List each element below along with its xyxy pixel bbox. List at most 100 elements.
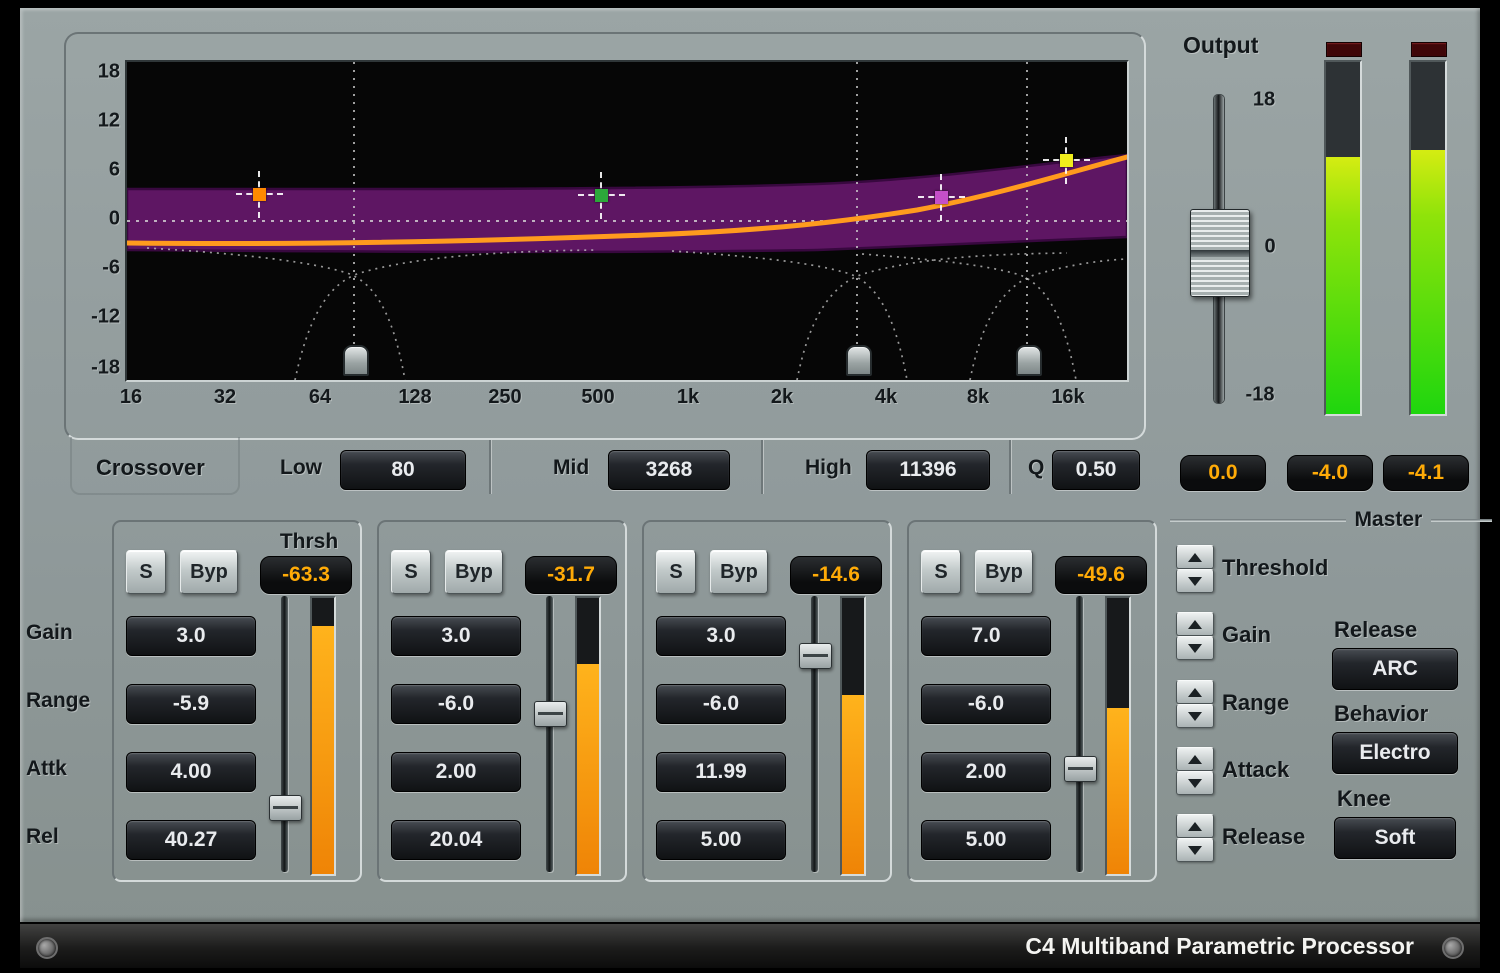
range-down-button[interactable] [1176, 704, 1214, 728]
band-4-control-point[interactable] [1060, 154, 1073, 167]
crossover-mid-value[interactable]: 3268 [608, 450, 730, 490]
threshold-down-button[interactable] [1176, 569, 1214, 593]
release-mode-button[interactable]: ARC [1332, 648, 1458, 690]
range-up-button[interactable] [1176, 680, 1214, 704]
peak-readout-left[interactable]: -4.0 [1287, 455, 1373, 491]
x-tick: 250 [488, 386, 521, 409]
band-3-range-value[interactable]: -6.0 [656, 684, 786, 724]
knee-button[interactable]: Soft [1334, 817, 1456, 859]
down-arrow-icon [1188, 846, 1202, 855]
band-3-attack-value[interactable]: 11.99 [656, 752, 786, 792]
crossover-handle-low[interactable] [343, 345, 369, 376]
band-4-point-square[interactable] [1060, 154, 1073, 167]
band-3-point-square[interactable] [935, 191, 948, 204]
x-tick: 500 [581, 386, 614, 409]
band-1-slider-thumb[interactable] [269, 795, 302, 821]
band-2-range-value[interactable]: -6.0 [391, 684, 521, 724]
band-3-gain-value[interactable]: 3.0 [656, 616, 786, 656]
band-2-control-point[interactable] [595, 189, 608, 202]
band-1-range-value[interactable]: -5.9 [126, 684, 256, 724]
band-1-gain-value[interactable]: 3.0 [126, 616, 256, 656]
gain-down-button[interactable] [1176, 636, 1214, 660]
band-4-level-meter [1105, 596, 1131, 876]
band-4-release-value[interactable]: 5.00 [921, 820, 1051, 860]
master-range-spinner [1176, 680, 1212, 726]
band-4-meter-fill [1107, 708, 1129, 874]
attack-up-button[interactable] [1176, 747, 1214, 771]
threshold-up-button[interactable] [1176, 545, 1214, 569]
band-1-attack-value[interactable]: 4.00 [126, 752, 256, 792]
up-arrow-icon [1188, 620, 1202, 629]
band-1-solo-button[interactable]: S [126, 550, 166, 594]
master-gain-label: Gain [1222, 612, 1271, 658]
band-3-level-meter [840, 596, 866, 876]
band-3-control-point[interactable] [935, 191, 948, 204]
fader-scale-mid: 0 [1246, 236, 1294, 259]
output-fader[interactable] [1186, 95, 1252, 403]
master-threshold-spinner [1176, 545, 1212, 591]
output-gain-readout[interactable]: 0.0 [1180, 455, 1266, 491]
band-1-bypass-button[interactable]: Byp [180, 550, 238, 594]
band-2-release-value[interactable]: 20.04 [391, 820, 521, 860]
band-3-slider-track[interactable] [811, 596, 818, 872]
crossover-handle-mid[interactable] [846, 345, 872, 376]
divider-line [1431, 519, 1492, 522]
band-2-bypass-button[interactable]: Byp [445, 550, 503, 594]
band-3-threshold-display[interactable]: -14.6 [790, 556, 882, 594]
band-2-slider-track[interactable] [546, 596, 553, 872]
up-arrow-icon [1188, 553, 1202, 562]
band-2-threshold-slider[interactable] [532, 596, 568, 872]
release-down-button[interactable] [1176, 838, 1214, 862]
up-arrow-icon [1188, 688, 1202, 697]
band-4-solo-button[interactable]: S [921, 550, 961, 594]
master-attack-spinner [1176, 747, 1212, 793]
down-arrow-icon [1188, 779, 1202, 788]
band-4-attack-value[interactable]: 2.00 [921, 752, 1051, 792]
release-up-button[interactable] [1176, 814, 1214, 838]
band-4-slider-track[interactable] [1076, 596, 1083, 872]
band-3-release-value[interactable]: 5.00 [656, 820, 786, 860]
band-4-bypass-button[interactable]: Byp [975, 550, 1033, 594]
band-4-range-value[interactable]: -6.0 [921, 684, 1051, 724]
y-tick: 12 [72, 110, 120, 133]
band-2-slider-thumb[interactable] [534, 701, 567, 727]
attack-down-button[interactable] [1176, 771, 1214, 795]
gain-up-button[interactable] [1176, 612, 1214, 636]
band-3-panel: S Byp -14.6 3.0 -6.0 11.99 5.00 [642, 520, 892, 882]
band-2-point-square[interactable] [595, 189, 608, 202]
filter-skirt-curves [147, 248, 1127, 380]
output-label: Output [1183, 32, 1258, 59]
band-4-threshold-slider[interactable] [1062, 596, 1098, 872]
crossover-mid-label: Mid [553, 456, 589, 480]
master-release-label: Release [1222, 814, 1305, 860]
band-3-solo-button[interactable]: S [656, 550, 696, 594]
band-4-threshold-display[interactable]: -49.6 [1055, 556, 1147, 594]
band-1-threshold-display[interactable]: -63.3 [260, 556, 352, 594]
band-1-slider-track[interactable] [281, 596, 288, 872]
crossover-high-label: High [805, 456, 852, 480]
frequency-response-graph[interactable] [125, 60, 1129, 382]
output-fader-handle[interactable] [1190, 209, 1250, 297]
band-1-control-point[interactable] [253, 188, 266, 201]
band-4-gain-value[interactable]: 7.0 [921, 616, 1051, 656]
band-2-gain-value[interactable]: 3.0 [391, 616, 521, 656]
band-1-point-square[interactable] [253, 188, 266, 201]
peak-readout-right[interactable]: -4.1 [1383, 455, 1469, 491]
band-1-threshold-slider[interactable] [267, 596, 303, 872]
band-2-solo-button[interactable]: S [391, 550, 431, 594]
band-3-bypass-button[interactable]: Byp [710, 550, 768, 594]
crossover-low-value[interactable]: 80 [340, 450, 466, 490]
release-row-label: Rel [26, 818, 59, 856]
crossover-high-value[interactable]: 11396 [866, 450, 990, 490]
crossover-handle-high[interactable] [1016, 345, 1042, 376]
y-tick: -12 [72, 306, 120, 329]
band-2-threshold-display[interactable]: -31.7 [525, 556, 617, 594]
band-1-release-value[interactable]: 40.27 [126, 820, 256, 860]
gain-row-label: Gain [26, 614, 73, 652]
band-3-slider-thumb[interactable] [799, 643, 832, 669]
band-3-threshold-slider[interactable] [797, 596, 833, 872]
band-4-slider-thumb[interactable] [1064, 756, 1097, 782]
behavior-button[interactable]: Electro [1332, 732, 1458, 774]
band-2-attack-value[interactable]: 2.00 [391, 752, 521, 792]
q-value[interactable]: 0.50 [1052, 450, 1140, 490]
